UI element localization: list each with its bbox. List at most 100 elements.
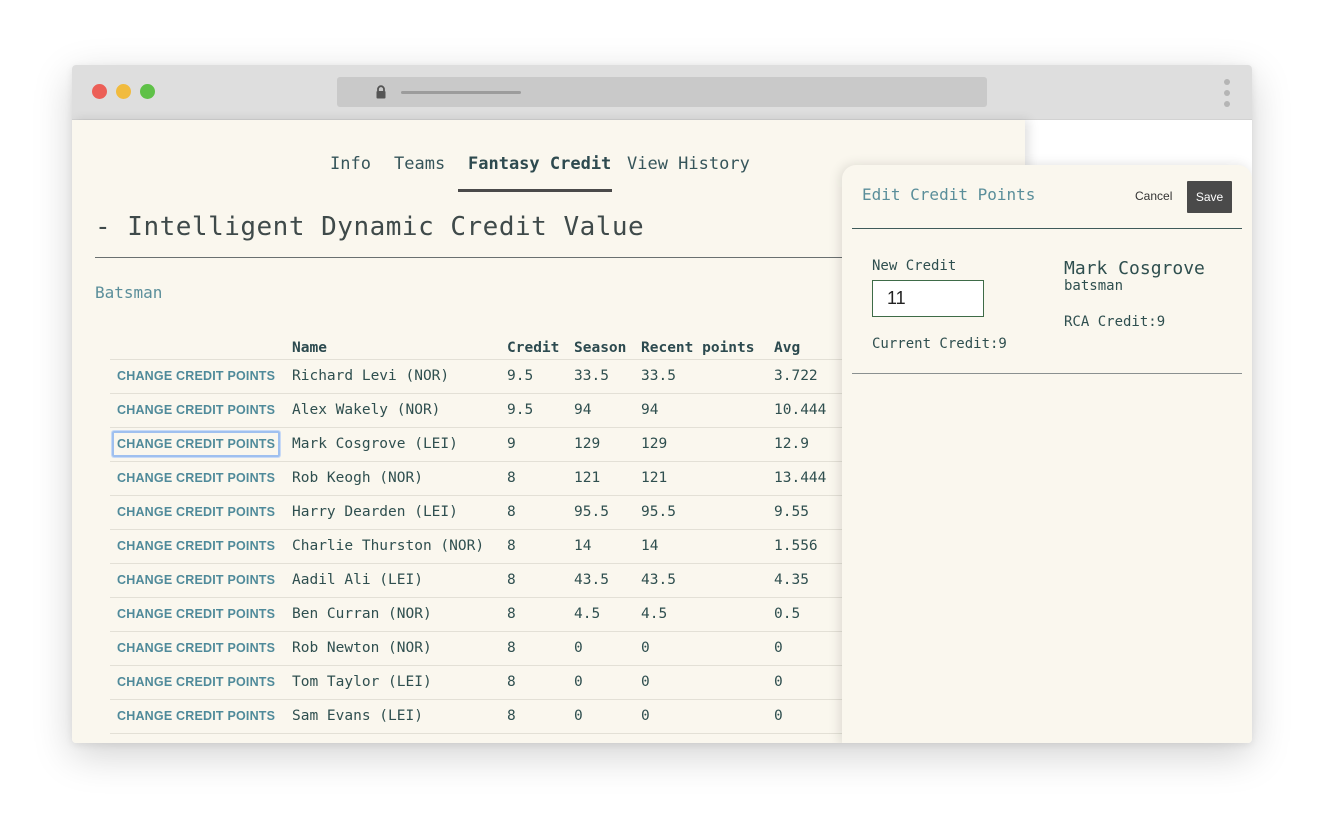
action-cell: CHANGE CREDIT POINTS: [110, 664, 292, 699]
save-button[interactable]: Save: [1187, 181, 1232, 213]
table-row: CHANGE CREDIT POINTS Charlie Thurston (NO…: [110, 528, 894, 563]
change-credit-points-button[interactable]: CHANGE CREDIT POINTS: [112, 465, 280, 491]
panel-title: Edit Credit Points: [862, 185, 1036, 204]
table-row: CHANGE CREDIT POINTS Aadil Ali (LEI) 8 43.5…: [110, 562, 894, 597]
new-credit-input[interactable]: [872, 280, 984, 317]
change-credit-points-button[interactable]: CHANGE CREDIT POINTS: [112, 567, 280, 593]
recent-points-cell: 0: [641, 698, 774, 734]
table-row: CHANGE CREDIT POINTS Rob Keogh (NOR) 8 121 1…: [110, 460, 894, 495]
players-table: Name Credit Season Recent points Avg CHA…: [110, 332, 894, 734]
table-row: CHANGE CREDIT POINTS Sam Evans (LEI) 8 0 0 0: [110, 698, 894, 734]
player-name-cell: Tom Taylor (LEI): [292, 664, 507, 699]
cancel-button[interactable]: Cancel: [1135, 189, 1172, 203]
credit-cell: 8: [507, 562, 574, 597]
recent-points-cell: 14: [641, 528, 774, 563]
change-credit-points-button[interactable]: CHANGE CREDIT POINTS: [112, 363, 280, 389]
tab-teams[interactable]: Teams: [394, 154, 445, 192]
credit-cell: 8: [507, 528, 574, 563]
action-cell: CHANGE CREDIT POINTS: [110, 528, 292, 563]
credit-cell: 8: [507, 494, 574, 529]
player-name-cell: Aadil Ali (LEI): [292, 562, 507, 597]
season-cell: 0: [574, 698, 641, 734]
close-window-button[interactable]: [92, 84, 107, 99]
season-cell: 94: [574, 392, 641, 427]
action-cell: CHANGE CREDIT POINTS: [110, 596, 292, 631]
recent-points-cell: 43.5: [641, 562, 774, 597]
change-credit-points-button[interactable]: CHANGE CREDIT POINTS: [112, 431, 281, 457]
player-name-cell: Alex Wakely (NOR): [292, 392, 507, 427]
page-title: - Intelligent Dynamic Credit Value: [95, 212, 645, 242]
section-label: Batsman: [95, 283, 163, 302]
table-row: CHANGE CREDIT POINTS Harry Dearden (LEI) 8…: [110, 494, 894, 529]
tab-info[interactable]: Info: [330, 154, 371, 192]
table-header-row: Name Credit Season Recent points Avg: [110, 332, 894, 359]
action-cell: CHANGE CREDIT POINTS: [110, 358, 292, 393]
browser-menu-icon[interactable]: [1224, 79, 1230, 107]
credit-cell: 8: [507, 596, 574, 631]
table-row: CHANGE CREDIT POINTS Tom Taylor (LEI) 8 0 0 0: [110, 664, 894, 699]
minimize-window-button[interactable]: [116, 84, 131, 99]
recent-points-cell: 4.5: [641, 596, 774, 631]
change-credit-points-button[interactable]: CHANGE CREDIT POINTS: [112, 397, 280, 423]
browser-window: Info Teams Fantasy Credit View History -…: [72, 65, 1252, 743]
address-bar[interactable]: [337, 77, 987, 107]
column-header-recent-points[interactable]: Recent points: [641, 332, 774, 359]
table-row: CHANGE CREDIT POINTS Rob Newton (NOR) 8 0 0 0: [110, 630, 894, 665]
player-name-cell: Ben Curran (NOR): [292, 596, 507, 631]
url-placeholder: [401, 91, 521, 94]
recent-points-cell: 0: [641, 664, 774, 699]
maximize-window-button[interactable]: [140, 84, 155, 99]
credit-cell: 8: [507, 698, 574, 734]
column-header-name[interactable]: Name: [292, 332, 507, 359]
change-credit-points-button[interactable]: CHANGE CREDIT POINTS: [112, 601, 280, 627]
rca-credit-text: RCA Credit:9: [1064, 314, 1166, 330]
recent-points-cell: 94: [641, 392, 774, 427]
change-credit-points-button[interactable]: CHANGE CREDIT POINTS: [112, 669, 280, 695]
action-cell: CHANGE CREDIT POINTS: [110, 460, 292, 495]
browser-chrome: [72, 65, 1252, 120]
change-credit-points-button[interactable]: CHANGE CREDIT POINTS: [112, 499, 280, 525]
lock-icon: [376, 85, 386, 99]
credit-cell: 8: [507, 630, 574, 665]
column-header-season[interactable]: Season: [574, 332, 641, 359]
current-credit-text: Current Credit:9: [872, 336, 1007, 352]
recent-points-cell: 129: [641, 426, 774, 461]
player-name: Mark Cosgrove: [1064, 258, 1205, 279]
change-credit-points-button[interactable]: CHANGE CREDIT POINTS: [112, 533, 280, 559]
player-name-cell: Mark Cosgrove (LEI): [292, 426, 507, 461]
tab-view-history[interactable]: View History: [627, 154, 750, 192]
panel-divider-top: [852, 228, 1242, 229]
recent-points-cell: 121: [641, 460, 774, 495]
change-credit-points-button[interactable]: CHANGE CREDIT POINTS: [112, 635, 280, 661]
season-cell: 4.5: [574, 596, 641, 631]
credit-cell: 8: [507, 664, 574, 699]
credit-cell: 8: [507, 460, 574, 495]
table-row: CHANGE CREDIT POINTS Richard Levi (NOR) 9.…: [110, 358, 894, 393]
action-cell: CHANGE CREDIT POINTS: [110, 630, 292, 665]
action-cell: CHANGE CREDIT POINTS: [110, 562, 292, 597]
season-cell: 95.5: [574, 494, 641, 529]
change-credit-points-button[interactable]: CHANGE CREDIT POINTS: [112, 703, 280, 729]
table-row: CHANGE CREDIT POINTS Ben Curran (NOR) 8 4.5…: [110, 596, 894, 631]
season-cell: 121: [574, 460, 641, 495]
action-cell: CHANGE CREDIT POINTS: [110, 698, 292, 734]
credit-cell: 9.5: [507, 392, 574, 427]
tab-fantasy-credit[interactable]: Fantasy Credit: [458, 154, 612, 192]
recent-points-cell: 95.5: [641, 494, 774, 529]
player-name-cell: Rob Keogh (NOR): [292, 460, 507, 495]
player-role: batsman: [1064, 278, 1124, 294]
player-name-cell: Rob Newton (NOR): [292, 630, 507, 665]
season-cell: 33.5: [574, 358, 641, 393]
new-credit-label: New Credit: [872, 258, 957, 274]
season-cell: 0: [574, 664, 641, 699]
panel-divider-bottom: [852, 373, 1242, 374]
column-header-action: [110, 332, 292, 359]
recent-points-cell: 0: [641, 630, 774, 665]
player-name-cell: Harry Dearden (LEI): [292, 494, 507, 529]
edit-credit-panel: Edit Credit Points Cancel Save New Credi…: [842, 165, 1252, 743]
table-row: CHANGE CREDIT POINTS Alex Wakely (NOR) 9.5…: [110, 392, 894, 427]
recent-points-cell: 33.5: [641, 358, 774, 393]
column-header-credit[interactable]: Credit: [507, 332, 574, 359]
player-name-cell: Charlie Thurston (NOR): [292, 528, 507, 563]
season-cell: 43.5: [574, 562, 641, 597]
